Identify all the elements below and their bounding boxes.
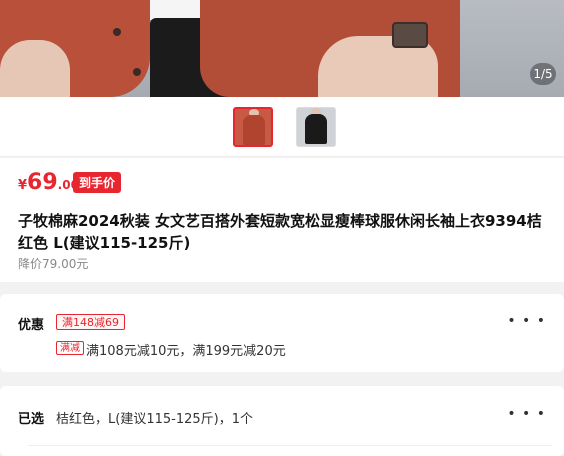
hand-image-left: [0, 40, 70, 97]
more-dots-icon[interactable]: • • •: [507, 313, 546, 329]
divider: [28, 445, 552, 446]
discount-tag: 满减: [56, 341, 84, 355]
jacket-button: [133, 68, 141, 76]
watch-image: [392, 22, 428, 48]
jacket-button: [113, 28, 121, 36]
currency-symbol: ¥: [18, 178, 28, 193]
price: ¥ 69 .00: [18, 170, 79, 200]
price-integer: 69: [27, 170, 58, 195]
product-info-card: ¥ 69 .00 到手价 子牧棉麻2024秋装 女文艺百搭外套短款宽松显瘦棒球服…: [0, 158, 564, 282]
more-dots-icon[interactable]: • • •: [507, 406, 546, 422]
coupon-badge[interactable]: 满148减69: [56, 314, 125, 330]
product-image-gallery[interactable]: 1/5: [0, 0, 564, 97]
promo-label: 优惠: [18, 318, 45, 333]
thumbnail-figure: [243, 115, 265, 145]
thumbnail-figure: [305, 114, 327, 144]
gallery-pager: 1/5: [530, 63, 556, 85]
final-price-badge: 到手价: [73, 172, 122, 193]
selected-sku: 桔红色，L(建议115-125斤)，1个: [56, 412, 253, 427]
selection-label: 已选: [18, 412, 45, 427]
thumbnail-black-jacket[interactable]: [296, 107, 336, 147]
promotion-section[interactable]: 优惠 满148减69 • • • 满减 满108元减10元，满199元减20元: [0, 294, 564, 372]
thumbnail-red-jacket[interactable]: [233, 107, 273, 147]
product-title: 子牧棉麻2024秋装 女文艺百搭外套短款宽松显瘦棒球服休闲长袖上衣9394桔红色…: [18, 212, 542, 252]
selection-section[interactable]: 已选 桔红色，L(建议115-125斤)，1个 • • •: [0, 386, 564, 456]
original-price: 降价79.00元: [18, 257, 89, 271]
thumbnail-strip: [0, 97, 564, 157]
promo-description: 满108元减10元，满199元减20元: [86, 344, 286, 359]
